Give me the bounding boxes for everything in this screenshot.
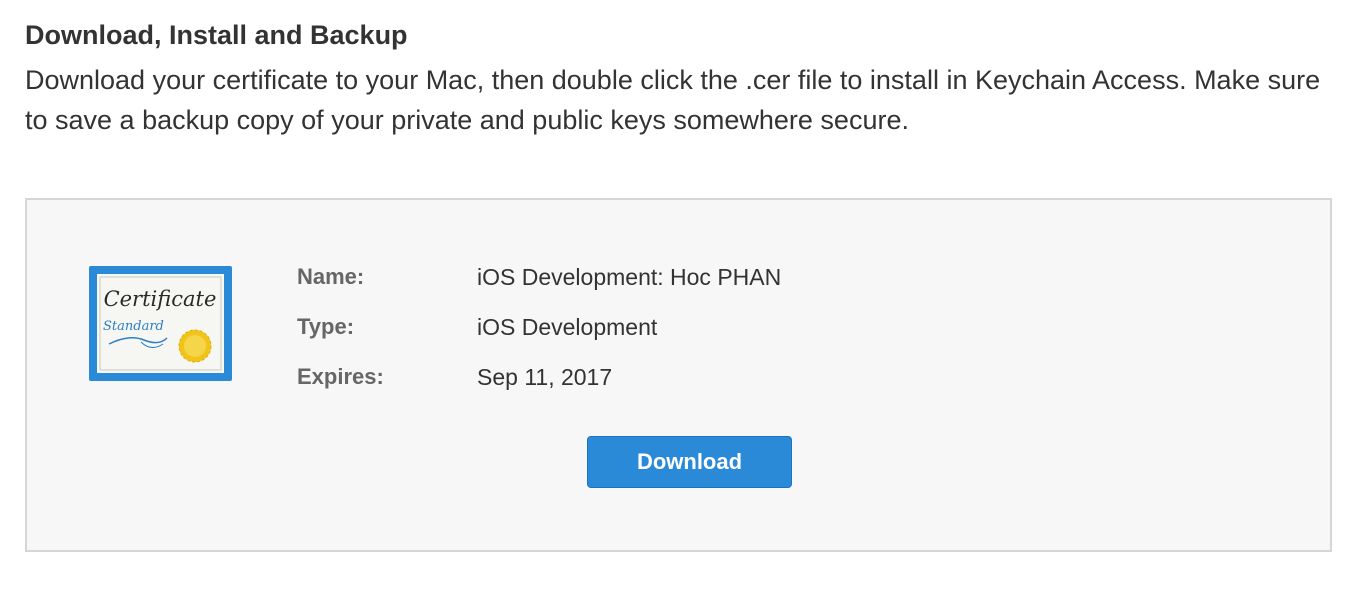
- certificate-icon: Certificate Standard: [89, 266, 232, 381]
- expires-label: Expires:: [297, 364, 384, 389]
- expires-value: Sep 11, 2017: [477, 364, 613, 390]
- name-value: iOS Development: Hoc PHAN: [477, 264, 782, 290]
- certificate-icon-title: Certificate: [104, 287, 217, 311]
- type-value: iOS Development: [477, 314, 658, 340]
- section-title: Download, Install and Backup: [25, 20, 408, 50]
- section-description: Download your certificate to your Mac, t…: [25, 65, 1321, 135]
- type-label: Type:: [297, 314, 355, 339]
- certificate-icon-subtitle: Standard: [103, 319, 164, 334]
- certificate-panel: Certificate Standard Name: iOS Developme…: [25, 198, 1332, 552]
- download-button[interactable]: Download: [587, 436, 792, 488]
- name-label: Name:: [297, 264, 365, 289]
